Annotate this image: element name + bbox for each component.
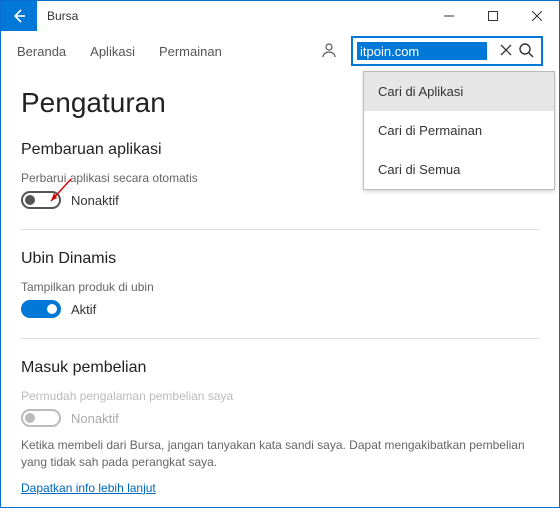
tab-apps[interactable]: Aplikasi <box>90 44 135 59</box>
section-purchase-signin-heading: Masuk pembelian <box>21 359 539 377</box>
section-live-tiles: Ubin Dinamis Tampilkan produk di ubin Ak… <box>21 250 539 318</box>
live-tiles-state: Aktif <box>71 302 96 317</box>
app-updates-toggle[interactable] <box>21 191 61 209</box>
close-button[interactable] <box>515 1 559 31</box>
purchase-signin-state: Nonaktif <box>71 411 119 426</box>
live-tiles-toggle[interactable] <box>21 300 61 318</box>
person-icon <box>321 42 337 58</box>
minimize-button[interactable] <box>427 1 471 31</box>
back-arrow-icon <box>11 8 27 24</box>
divider <box>21 229 539 230</box>
section-purchase-signin: Masuk pembelian Permudah pengalaman pemb… <box>21 359 539 495</box>
titlebar: Bursa <box>1 1 559 31</box>
app-updates-state: Nonaktif <box>71 193 119 208</box>
search-box[interactable] <box>351 36 543 66</box>
maximize-button[interactable] <box>471 1 515 31</box>
account-button[interactable] <box>321 42 337 61</box>
search-scope-games[interactable]: Cari di Permainan <box>364 111 554 150</box>
window-title: Bursa <box>37 1 427 31</box>
back-button[interactable] <box>1 1 37 31</box>
maximize-icon <box>488 11 498 21</box>
x-icon <box>500 44 512 56</box>
close-icon <box>532 11 542 21</box>
search-icon <box>518 42 534 58</box>
search-scope-apps[interactable]: Cari di Aplikasi <box>364 72 554 111</box>
search-scope-dropdown: Cari di Aplikasi Cari di Permainan Cari … <box>363 71 555 190</box>
purchase-signin-toggle <box>21 409 61 427</box>
purchase-signin-label: Permudah pengalaman pembelian saya <box>21 389 539 403</box>
divider <box>21 338 539 339</box>
live-tiles-label: Tampilkan produk di ubin <box>21 280 539 294</box>
purchase-signin-desc: Ketika membeli dari Bursa, jangan tanyak… <box>21 437 539 471</box>
section-live-tiles-heading: Ubin Dinamis <box>21 250 539 268</box>
search-input[interactable] <box>357 42 487 60</box>
search-submit-button[interactable] <box>515 42 537 61</box>
tab-home[interactable]: Beranda <box>17 44 66 59</box>
navbar: Beranda Aplikasi Permainan <box>1 31 559 71</box>
search-scope-all[interactable]: Cari di Semua <box>364 150 554 189</box>
minimize-icon <box>444 11 454 21</box>
tab-games[interactable]: Permainan <box>159 44 222 59</box>
search-clear-button[interactable] <box>497 43 515 59</box>
purchase-signin-learn-more-link[interactable]: Dapatkan info lebih lanjut <box>21 481 156 495</box>
